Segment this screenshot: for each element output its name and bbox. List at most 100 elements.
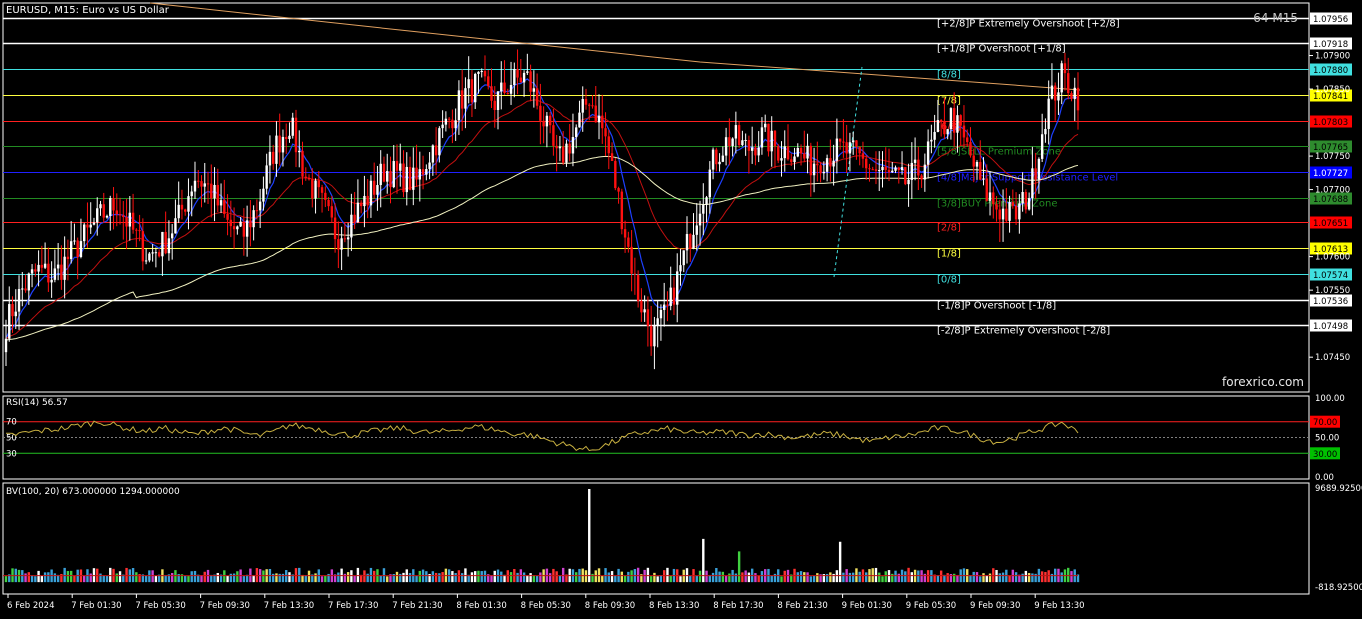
candle-body [118, 214, 122, 216]
chart-terminal[interactable]: [+2/8]P Extremely Overshoot [+2/8] [+1/8]… [0, 0, 1362, 615]
candle-body [816, 163, 819, 166]
candle-body [1011, 202, 1015, 206]
candle-body [780, 158, 783, 161]
volume-bar [998, 573, 1001, 583]
candle-body [760, 127, 764, 148]
volume-bar [806, 572, 809, 583]
price-tick-label: 1.07450 [1315, 353, 1350, 363]
candle-body [695, 225, 698, 235]
candle-body [122, 215, 125, 217]
candle-body [773, 130, 777, 147]
volume-bar [102, 575, 105, 583]
price-tick-label: 1.07600 [1315, 253, 1350, 263]
volume-bar [353, 575, 356, 583]
volume-tick-label: 9689.92500 [1315, 484, 1362, 494]
volume-bar [454, 573, 457, 583]
volume-bar [66, 571, 70, 583]
candle-body [910, 162, 914, 180]
murrey-level-label: [8/8] [937, 70, 961, 81]
candle-body [294, 117, 298, 153]
volume-bar [47, 572, 50, 583]
murrey-levels: [+2/8]P Extremely Overshoot [+2/8] [+1/8]… [3, 17, 1309, 337]
volume-bar [656, 576, 659, 583]
candle-body [317, 180, 321, 188]
candle-body [438, 128, 441, 156]
volume-bar [89, 573, 92, 583]
candle-body [1014, 205, 1018, 220]
candle-body [532, 88, 536, 92]
volume-bar [646, 567, 650, 583]
volume-bar [946, 573, 949, 583]
volume-bar [154, 575, 158, 583]
candle-body [180, 204, 184, 210]
candle-body [148, 253, 151, 261]
candle-body [666, 304, 669, 306]
volume-bar [460, 573, 464, 583]
candle-body [920, 175, 923, 180]
candle-body [40, 264, 44, 268]
volume-bar [858, 571, 861, 583]
candle-body [708, 169, 712, 198]
candle-body [962, 125, 966, 138]
candle-body [966, 137, 969, 143]
volume-bar [118, 571, 122, 583]
candle-body [285, 136, 288, 140]
candle-body [923, 164, 927, 180]
candle-body [724, 137, 728, 156]
candle-body [304, 176, 307, 178]
candle-body [219, 200, 223, 206]
candle-body [555, 145, 558, 149]
candle-body [60, 264, 63, 280]
candle-body [395, 161, 399, 171]
volume-bar [535, 575, 539, 583]
candle-body [575, 127, 578, 138]
price-level-tag-text: 1.07956 [1313, 15, 1348, 25]
volume-bar [1001, 572, 1005, 583]
volume-bar [40, 575, 44, 583]
candle-body [232, 226, 236, 230]
candle-body [167, 238, 171, 254]
volume-bar [1014, 572, 1018, 583]
candle-body [1027, 198, 1031, 210]
chart-canvas[interactable]: [+2/8]P Extremely Overshoot [+2/8] [+1/8]… [0, 0, 1362, 615]
candle-body [281, 136, 285, 153]
candle-body [470, 79, 474, 103]
candle-body [1021, 191, 1024, 204]
volume-bar [386, 576, 389, 583]
candle-body [662, 304, 666, 310]
rsi-line [5, 420, 1079, 452]
candle-body [200, 181, 203, 187]
candle-body [500, 82, 503, 92]
volume-bar [1008, 575, 1011, 583]
candle-body [855, 140, 858, 147]
candle-body [519, 77, 523, 83]
candle-body [672, 287, 676, 305]
candle-body [11, 304, 14, 317]
candle-body [457, 90, 461, 121]
volume-bar [27, 572, 31, 583]
candle-body [144, 260, 148, 262]
volume-bar [601, 575, 604, 583]
candle-body [193, 180, 197, 192]
candle-body [24, 288, 27, 291]
candle-body [125, 216, 128, 227]
candle-body [255, 210, 259, 212]
axes: 1.079561.079181.078801.078411.078031.077… [7, 12, 1362, 611]
candle-body [799, 147, 803, 154]
candle-body [757, 147, 760, 156]
rsi-tick-label: 50.00 [1315, 434, 1339, 444]
volume-bar [803, 572, 806, 583]
volume-bar [1031, 573, 1034, 583]
candle-body [14, 311, 17, 317]
candle-body [210, 183, 213, 199]
volume-bar [399, 573, 402, 583]
volume-bar [979, 576, 982, 583]
price-level-tag-text: 1.07918 [1313, 40, 1348, 50]
candle-body [268, 151, 272, 166]
candle-body [679, 265, 682, 272]
volume-bar [509, 572, 513, 583]
volume-bar [184, 575, 187, 583]
volume-bar [307, 570, 311, 583]
volume-bar [689, 575, 692, 583]
volume-bar [773, 573, 777, 583]
